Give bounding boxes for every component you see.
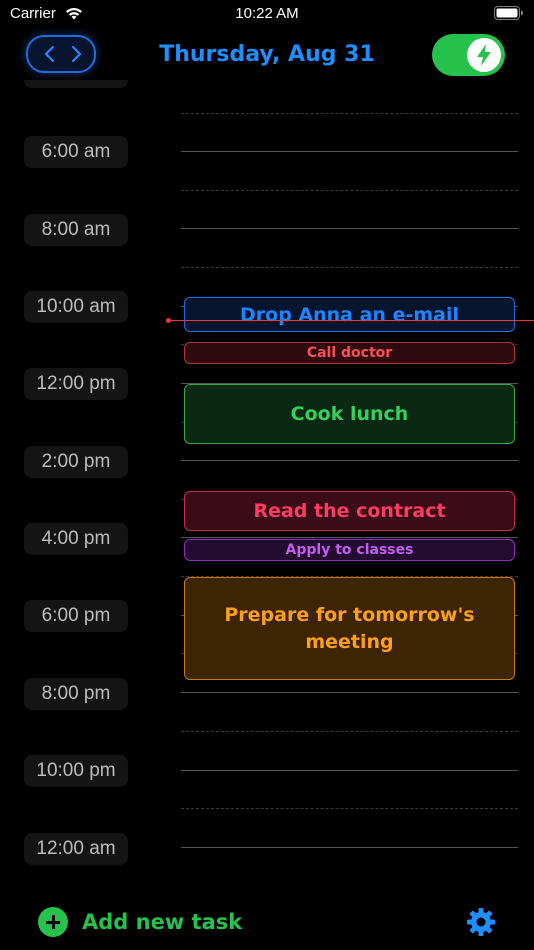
half-hour-line [181,190,518,191]
hour-line [181,537,518,538]
hour-label: 12:00 am [24,833,128,865]
task-title: Read the contract [253,500,446,522]
hour-line [181,460,518,461]
status-time: 10:22 AM [235,5,299,22]
date-navigator [26,35,96,73]
battery-icon [494,6,524,20]
hour-label: 4:00 pm [24,523,128,555]
hour-label: 6:00 am [24,136,128,168]
power-toggle[interactable] [432,34,505,76]
half-hour-line [181,113,518,114]
task-card[interactable]: Apply to classes [184,539,515,561]
hour-label: 10:00 am [24,291,128,323]
hour-line [181,228,518,229]
half-hour-line [181,808,518,809]
task-title: Call doctor [306,345,393,361]
add-task-label: Add new task [82,910,243,934]
hour-label: 6:00 pm [24,600,128,632]
hour-label: 10:00 pm [24,755,128,787]
hour-line [181,847,518,848]
hour-line [181,151,518,152]
hour-label-stub [24,80,128,88]
date-title: Thursday, Aug 31 [159,42,375,67]
task-title: Prepare for tomorrow's meeting [224,603,475,653]
chevron-right-icon[interactable] [64,42,88,66]
plus-circle-icon [38,907,68,937]
task-card[interactable]: Read the contract [184,491,515,531]
task-card[interactable]: Prepare for tomorrow's meeting [184,577,515,680]
lightning-bolt-icon [467,38,501,72]
half-hour-line [181,267,518,268]
status-bar: Carrier 10:22 AM [0,0,534,28]
hour-label: 8:00 am [24,214,128,246]
task-title: Cook lunch [290,403,409,425]
task-card[interactable]: Call doctor [184,342,515,364]
task-title: Apply to classes [285,542,414,558]
hour-label: 12:00 pm [24,368,128,400]
hour-line [181,692,518,693]
task-card[interactable]: Cook lunch [184,384,515,444]
half-hour-line [181,731,518,732]
task-card[interactable]: Drop Anna an e-mail [184,297,515,332]
task-title: Drop Anna an e-mail [240,303,459,326]
hour-line [181,770,518,771]
gear-icon[interactable] [465,906,497,938]
chevron-left-icon[interactable] [38,42,62,66]
hour-label: 2:00 pm [24,446,128,478]
current-time-line [168,320,534,321]
day-timeline[interactable]: 6:00 am 8:00 am 10:00 am 12:00 pm 2:00 p… [0,80,534,880]
add-task-button[interactable]: Add new task [38,906,242,938]
hour-label: 8:00 pm [24,678,128,710]
